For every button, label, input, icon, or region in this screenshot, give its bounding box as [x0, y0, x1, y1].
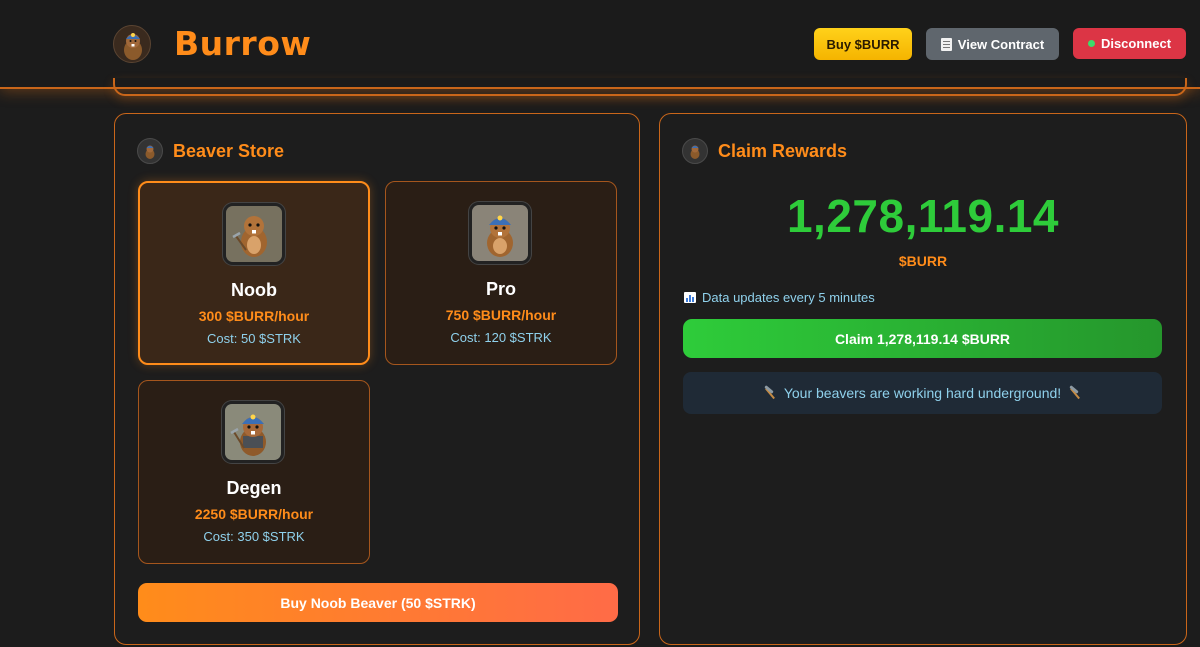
- claim-rewards-title: Claim Rewards: [718, 140, 848, 161]
- beaver-rate: 2250 $BURR/hour: [194, 506, 314, 522]
- beaver-store-panel: Beaver Store Noob 300 $BURR/hour Cost: 5…: [114, 113, 640, 645]
- beaver-degen-icon: [222, 401, 284, 463]
- claim-rewards-panel: Claim Rewards 1,278,119.14 $BURR Data up…: [659, 113, 1187, 645]
- view-contract-button[interactable]: View Contract: [926, 28, 1059, 60]
- beaver-rate: 300 $BURR/hour: [198, 308, 310, 324]
- bar-chart-icon: [684, 292, 696, 303]
- beaver-card-degen[interactable]: Degen 2250 $BURR/hour Cost: 350 $STRK: [138, 380, 370, 564]
- top-bar: Burrow Buy $BURR View Contract Disconnec…: [0, 0, 1200, 89]
- buy-burr-label: Buy $BURR: [826, 36, 900, 52]
- buy-beaver-button[interactable]: Buy Noob Beaver (50 $STRK): [138, 583, 618, 622]
- document-icon: [940, 37, 952, 51]
- disconnect-button[interactable]: Disconnect: [1073, 28, 1186, 59]
- status-message-box: Your beavers are working hard undergroun…: [683, 372, 1162, 414]
- beaver-cost: Cost: 50 $STRK: [207, 331, 301, 346]
- beaver-name: Degen: [226, 478, 282, 498]
- claim-button[interactable]: Claim 1,278,119.14 $BURR: [683, 319, 1162, 358]
- reward-unit: $BURR: [898, 253, 948, 269]
- beaver-icon: [682, 138, 708, 164]
- update-note-text: Data updates every 5 minutes: [702, 290, 875, 305]
- beaver-name: Noob: [231, 280, 277, 300]
- beaver-card-pro[interactable]: Pro 750 $BURR/hour Cost: 120 $STRK: [385, 181, 617, 365]
- beaver-logo-icon: [113, 25, 151, 63]
- beaver-store-title: Beaver Store: [173, 140, 285, 161]
- beaver-card-noob[interactable]: Noob 300 $BURR/hour Cost: 50 $STRK: [138, 181, 370, 365]
- status-message: Your beavers are working hard undergroun…: [783, 385, 1062, 401]
- beaver-pro-icon: [469, 202, 531, 264]
- previous-panel-edge: [113, 78, 1187, 96]
- view-contract-label: View Contract: [957, 36, 1045, 52]
- reward-amount: 1,278,119.14: [786, 190, 1060, 242]
- beaver-icon: [137, 138, 163, 164]
- brand-title: Burrow: [174, 24, 312, 63]
- beaver-store-header: Beaver Store: [137, 138, 284, 164]
- claim-rewards-header: Claim Rewards: [682, 138, 847, 164]
- update-note: Data updates every 5 minutes: [684, 290, 875, 305]
- buy-burr-button[interactable]: Buy $BURR: [814, 28, 912, 60]
- beaver-cost: Cost: 120 $STRK: [450, 330, 552, 345]
- beaver-rate: 750 $BURR/hour: [445, 307, 557, 323]
- pickaxe-icon: [1068, 386, 1082, 400]
- pickaxe-icon: [763, 386, 777, 400]
- beaver-cost: Cost: 350 $STRK: [203, 529, 305, 544]
- disconnect-label: Disconnect: [1100, 36, 1172, 51]
- beaver-noob-icon: [223, 203, 285, 265]
- beaver-name: Pro: [485, 279, 516, 299]
- connected-status-icon: [1087, 40, 1095, 47]
